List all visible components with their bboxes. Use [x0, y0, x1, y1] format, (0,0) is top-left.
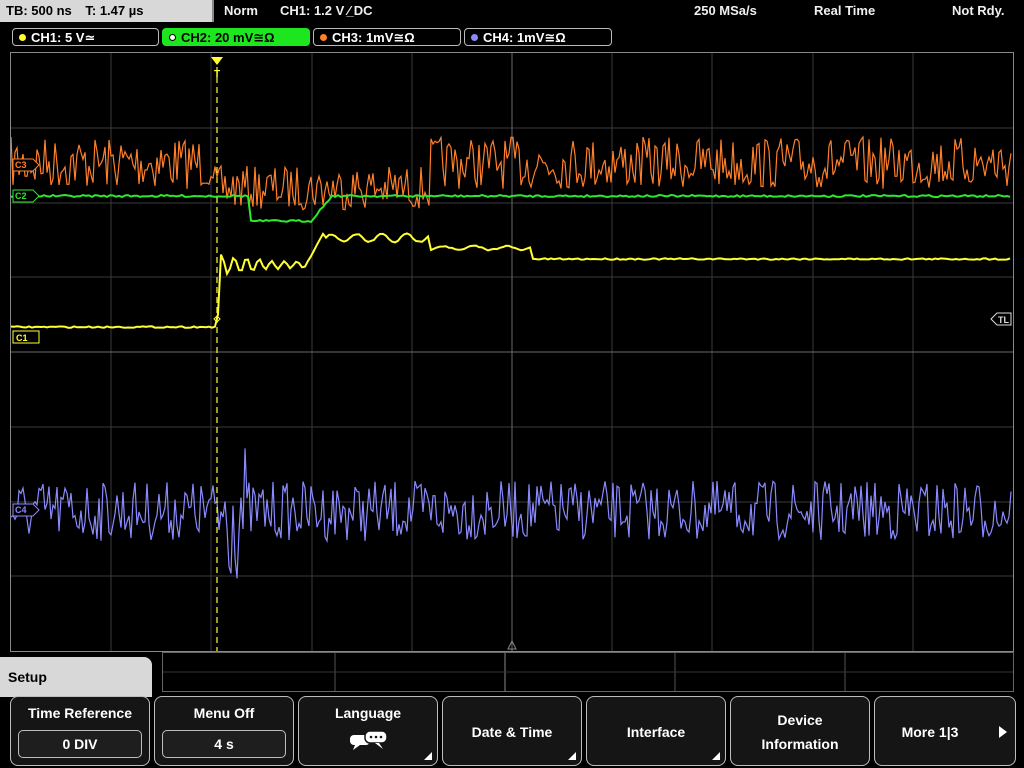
ch1-label: CH1: 5 V≃: [31, 30, 96, 45]
ch1-marker-text: C1: [16, 333, 28, 343]
ch4-ground-marker: C4: [12, 503, 40, 517]
status-bar: Norm CH1: 1.2 V ⁄̲ DC 250 MSa/s Real Tim…: [216, 0, 1024, 22]
language-label: Language: [334, 705, 402, 721]
trigger-position-marker: [211, 57, 223, 65]
ch3-marker-text: C3: [15, 160, 27, 170]
date-time-button[interactable]: Date & Time: [442, 696, 582, 766]
sample-rate: 250 MSa/s: [694, 3, 757, 18]
ch4-color-dot: [471, 34, 478, 41]
submenu-arrow-icon: [712, 752, 720, 760]
timebase-value: TB: 500 ns: [6, 3, 72, 18]
timebase-box[interactable]: TB: 500 ns T: 1.47 µs: [0, 0, 214, 22]
ch4-label: CH4: 1mV≅Ω: [483, 30, 566, 45]
ch1-ground-marker: C1: [12, 330, 40, 344]
info-strip: [162, 652, 1014, 692]
interface-button[interactable]: Interface: [586, 696, 726, 766]
channel-tab-ch2[interactable]: CH2: 20 mV≅Ω: [162, 28, 310, 46]
ch1-color-dot: [19, 34, 26, 41]
ch2-label: CH2: 20 mV≅Ω: [181, 30, 275, 45]
waveform-canvas: T C1 C2 C3 C4 TL: [11, 53, 1013, 651]
time-reference-label: Time Reference: [27, 705, 132, 721]
channel-tab-ch4[interactable]: CH4: 1mV≅Ω: [464, 28, 612, 46]
trigger-level-text: TL: [998, 315, 1009, 325]
ch2-ground-marker: C2: [12, 189, 40, 203]
trigger-state: Not Rdy.: [952, 3, 1005, 18]
language-button[interactable]: Language: [298, 696, 438, 766]
trace-ch4: [11, 448, 1012, 579]
ch3-color-dot: [320, 34, 327, 41]
channel-tab-ch3[interactable]: CH3: 1mV≅Ω: [313, 28, 461, 46]
menu-off-label: Menu Off: [193, 705, 255, 721]
ch3-label: CH3: 1mV≅Ω: [332, 30, 415, 45]
trigger-level-marker: TL: [990, 312, 1012, 326]
time-reference-button[interactable]: Time Reference 0 DIV: [10, 696, 150, 766]
trigger-mode[interactable]: Norm: [224, 0, 258, 22]
trace-ch3: [11, 135, 1012, 211]
waveform-display[interactable]: T C1 C2 C3 C4 TL: [10, 52, 1014, 652]
submenu-arrow-icon: [424, 752, 432, 760]
trace-ch2: [11, 193, 1011, 224]
menu-off-value: 4 s: [162, 730, 286, 758]
ch3-ground-marker: C3: [12, 158, 40, 172]
ch4-marker-text: C4: [15, 505, 27, 515]
more-label: More 1|3: [901, 724, 959, 740]
next-page-arrow-icon: [999, 726, 1007, 738]
trigger-time-value: T: 1.47 µs: [85, 3, 144, 18]
interface-label: Interface: [626, 724, 686, 740]
menu-off-button[interactable]: Menu Off 4 s: [154, 696, 294, 766]
date-time-label: Date & Time: [471, 724, 553, 740]
submenu-arrow-icon: [568, 752, 576, 760]
more-button[interactable]: More 1|3: [874, 696, 1016, 766]
acquisition-mode[interactable]: Real Time: [814, 0, 875, 22]
trace-ch1: [11, 232, 1011, 329]
ch2-color-dot: [169, 34, 176, 41]
info-strip-grid: [163, 653, 1013, 691]
channel-tab-ch1[interactable]: CH1: 5 V≃: [12, 28, 159, 46]
speech-bubbles-icon: [349, 729, 389, 754]
menu-title-tab: Setup: [0, 657, 152, 697]
time-reference-value: 0 DIV: [18, 730, 142, 758]
trigger-position-label: T: [214, 69, 220, 80]
trigger-source[interactable]: CH1: 1.2 V ⁄̲ DC: [280, 0, 372, 22]
ch2-marker-text: C2: [15, 191, 27, 201]
menu-title: Setup: [8, 669, 47, 685]
